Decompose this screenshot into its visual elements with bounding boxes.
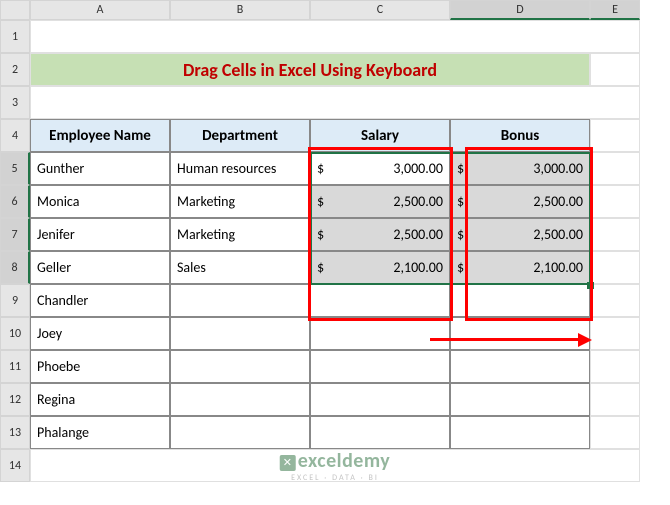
cell-bonus[interactable]: $2,500.00 — [450, 218, 590, 251]
cell-bonus[interactable]: $2,500.00 — [450, 185, 590, 218]
row-header-4[interactable]: 4 — [0, 119, 30, 152]
cell[interactable] — [590, 251, 640, 284]
cell[interactable] — [590, 53, 640, 86]
cell-salary[interactable] — [310, 317, 450, 350]
row-header-8[interactable]: 8 — [0, 251, 30, 284]
cell-salary[interactable] — [310, 284, 450, 317]
cell-name[interactable]: Monica — [30, 185, 170, 218]
col-header-D[interactable]: D — [450, 0, 590, 20]
row-header-3[interactable]: 3 — [0, 86, 30, 119]
cell[interactable] — [590, 383, 640, 416]
col-header-A[interactable]: A — [30, 0, 170, 20]
cell[interactable] — [30, 86, 640, 119]
select-all-corner[interactable] — [0, 0, 30, 20]
title-cell[interactable]: Drag Cells in Excel Using Keyboard — [30, 53, 590, 86]
cell-salary[interactable]: $3,000.00 — [310, 152, 450, 185]
row-header-7[interactable]: 7 — [0, 218, 30, 251]
cell[interactable] — [590, 350, 640, 383]
cell[interactable] — [590, 284, 640, 317]
cell[interactable] — [590, 218, 640, 251]
row-header-2[interactable]: 2 — [0, 53, 30, 86]
watermark-text: exceldemy — [298, 449, 391, 473]
watermark-sub: EXCEL · DATA · BI — [280, 473, 391, 483]
cell-bonus[interactable] — [450, 284, 590, 317]
row-header-6[interactable]: 6 — [0, 185, 30, 218]
cell-dept[interactable] — [170, 350, 310, 383]
cell-dept[interactable] — [170, 383, 310, 416]
row-header-11[interactable]: 11 — [0, 350, 30, 383]
row-header-5[interactable]: 5 — [0, 152, 30, 185]
cell-name[interactable]: Regina — [30, 383, 170, 416]
header-dept[interactable]: Department — [170, 119, 310, 152]
watermark-logo: exceldemy EXCEL · DATA · BI — [280, 449, 391, 483]
cell-bonus[interactable] — [450, 416, 590, 449]
cell-name[interactable]: Geller — [30, 251, 170, 284]
row-header-9[interactable]: 9 — [0, 284, 30, 317]
cell-bonus[interactable] — [450, 383, 590, 416]
row-header-13[interactable]: 13 — [0, 416, 30, 449]
cell-bonus[interactable]: $3,000.00 — [450, 152, 590, 185]
cell[interactable] — [590, 152, 640, 185]
col-header-E[interactable]: E — [590, 0, 640, 20]
row-header-10[interactable]: 10 — [0, 317, 30, 350]
spreadsheet-grid[interactable]: A B C D E 1 2 Drag Cells in Excel Using … — [0, 0, 670, 482]
cell-salary[interactable]: $2,100.00 — [310, 251, 450, 284]
cell-salary[interactable]: $2,500.00 — [310, 185, 450, 218]
header-name[interactable]: Employee Name — [30, 119, 170, 152]
cell-dept[interactable]: Human resources — [170, 152, 310, 185]
cell-dept[interactable] — [170, 317, 310, 350]
cell-bonus[interactable] — [450, 350, 590, 383]
cell-salary[interactable] — [310, 350, 450, 383]
header-bonus[interactable]: Bonus — [450, 119, 590, 152]
cell[interactable] — [590, 416, 640, 449]
cell-bonus[interactable]: $2,100.00 — [450, 251, 590, 284]
cell-name[interactable]: Chandler — [30, 284, 170, 317]
cell[interactable] — [590, 185, 640, 218]
cell-name[interactable]: Jenifer — [30, 218, 170, 251]
cell[interactable] — [590, 119, 640, 152]
fill-handle[interactable] — [587, 282, 594, 289]
cell-name[interactable]: Joey — [30, 317, 170, 350]
cell-salary[interactable]: $2,500.00 — [310, 218, 450, 251]
cell-bonus[interactable] — [450, 317, 590, 350]
cell-name[interactable]: Gunther — [30, 152, 170, 185]
header-salary[interactable]: Salary — [310, 119, 450, 152]
cell[interactable] — [30, 20, 640, 53]
cell-salary[interactable] — [310, 383, 450, 416]
logo-icon — [280, 455, 296, 471]
row-header-12[interactable]: 12 — [0, 383, 30, 416]
cell-dept[interactable]: Sales — [170, 251, 310, 284]
col-header-B[interactable]: B — [170, 0, 310, 20]
cell-dept[interactable]: Marketing — [170, 185, 310, 218]
cell-salary[interactable] — [310, 416, 450, 449]
cell-dept[interactable]: Marketing — [170, 218, 310, 251]
cell-name[interactable]: Phalange — [30, 416, 170, 449]
cell[interactable] — [590, 317, 640, 350]
row-header-14[interactable]: 14 — [0, 449, 30, 482]
cell-name[interactable]: Phoebe — [30, 350, 170, 383]
row-header-1[interactable]: 1 — [0, 20, 30, 53]
cell-dept[interactable] — [170, 284, 310, 317]
cell-dept[interactable] — [170, 416, 310, 449]
col-header-C[interactable]: C — [310, 0, 450, 20]
